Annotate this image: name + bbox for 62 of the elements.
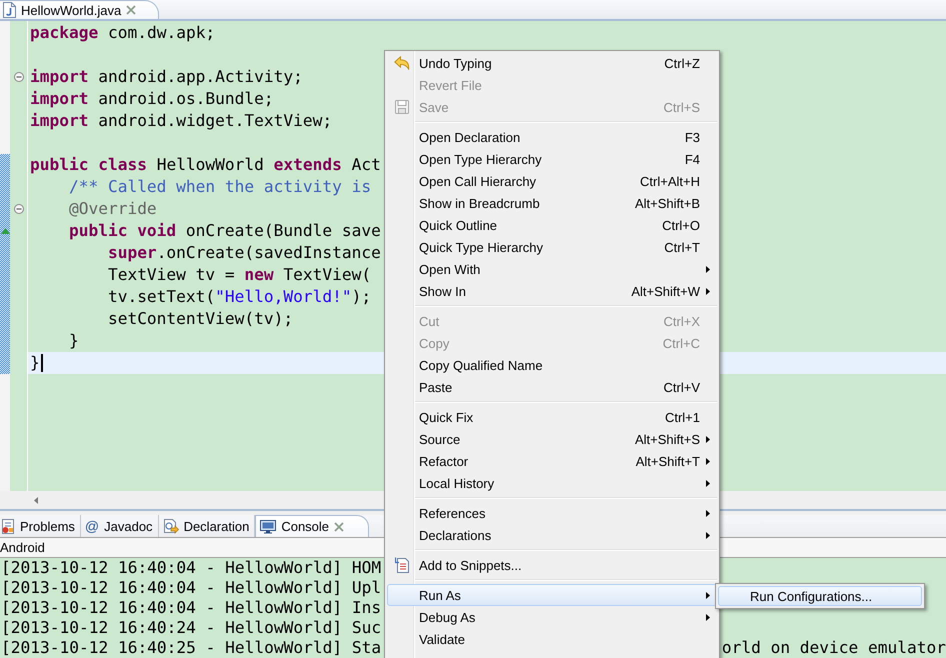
document-list-icon <box>394 557 410 573</box>
menu-item[interactable]: Source Alt+Shift+S <box>387 428 717 450</box>
menu-item[interactable]: Quick Fix Ctrl+1 <box>387 406 717 428</box>
menu-item[interactable]: Quick Type Hierarchy Ctrl+T <box>387 236 717 258</box>
menu-item[interactable]: Run Configurations... <box>718 586 922 606</box>
console-line: [2013-10-12 16:40:04 - HellowWorld] Upl <box>1 578 382 598</box>
menu-item[interactable]: Open Declaration F3 <box>387 126 717 148</box>
file-icon <box>3 2 16 18</box>
console-line: [2013-10-12 16:40:24 - HellowWorld] Suc <box>1 618 382 638</box>
monitor-icon <box>260 520 276 534</box>
menu-item[interactable]: Validate <box>387 628 717 650</box>
menu-item[interactable]: Show In Alt+Shift+W <box>387 280 717 302</box>
code-line: public void onCreate(Bundle save <box>68 220 381 242</box>
undo-icon <box>394 56 410 70</box>
menu-item[interactable]: References <box>387 502 717 524</box>
collapse-icon[interactable] <box>14 72 24 82</box>
menu-item[interactable]: Paste Ctrl+V <box>387 376 717 398</box>
console-title: Android <box>0 540 45 555</box>
menu-item[interactable]: Quick Outline Ctrl+O <box>387 214 717 236</box>
panel-tab[interactable]: @ Javadoc <box>80 515 159 537</box>
text-cursor-icon <box>40 354 43 372</box>
console-line: [2013-10-12 16:40:04 - HellowWorld] Ins <box>1 598 382 618</box>
code-line: TextView tv = new TextView( <box>108 264 372 286</box>
code-line: } <box>68 330 79 352</box>
code-line: import android.widget.TextView; <box>30 110 332 132</box>
panel-tab[interactable]: Declaration <box>158 515 256 537</box>
left-arrow-icon[interactable] <box>34 496 38 504</box>
document-arrow-icon <box>162 518 179 534</box>
menu-item[interactable]: Debug As <box>387 606 717 628</box>
code-line: } <box>30 352 40 374</box>
menu-item[interactable]: Copy Qualified Name <box>387 354 717 376</box>
menu-item[interactable]: Open With <box>387 258 717 280</box>
console-line: orld on device emulator <box>722 638 946 658</box>
menu-item[interactable]: Refactor Alt+Shift+T <box>387 450 717 472</box>
close-icon[interactable] <box>126 5 136 15</box>
code-line: import android.app.Activity; <box>30 66 303 88</box>
console-line: [2013-10-12 16:40:25 - HellowWorld] Sta <box>1 638 382 658</box>
collapse-icon[interactable] <box>14 204 24 214</box>
at-icon: @ <box>84 519 100 533</box>
code-line: package com.dw.apk; <box>30 22 216 44</box>
menu-item[interactable]: Run As <box>387 584 717 606</box>
code-line: tv.setText("Hello,World!"); <box>108 286 372 308</box>
code-line: @Override <box>68 198 157 220</box>
menu-item[interactable]: Open Type Hierarchy F4 <box>387 148 717 170</box>
save-icon <box>395 100 409 114</box>
menu-item[interactable]: Show in Breadcrumb Alt+Shift+B <box>387 192 717 214</box>
editor-tab[interactable]: HellowWorld.java <box>0 0 160 19</box>
close-icon[interactable] <box>334 522 344 532</box>
code-line: /** Called when the activity is <box>68 176 372 198</box>
error-list-icon <box>1 518 15 534</box>
code-line: setContentView(tv); <box>108 308 294 330</box>
menu-item[interactable]: Open Call Hierarchy Ctrl+Alt+H <box>387 170 717 192</box>
console-line: [2013-10-12 16:40:04 - HellowWorld] HOM <box>1 558 382 578</box>
menu-item[interactable]: Local History <box>387 472 717 494</box>
panel-tab[interactable]: Problems <box>0 515 81 537</box>
code-line: super.onCreate(savedInstance <box>108 242 381 264</box>
code-line: public class HellowWorld extends Act <box>30 154 381 176</box>
panel-tab[interactable]: Console <box>255 515 370 537</box>
menu-item[interactable]: Declarations <box>387 524 717 546</box>
menu-item[interactable]: Add to Snippets... <box>387 554 717 576</box>
code-line: import android.os.Bundle; <box>30 88 274 110</box>
menu-item[interactable]: Undo Typing Ctrl+Z <box>387 52 717 74</box>
